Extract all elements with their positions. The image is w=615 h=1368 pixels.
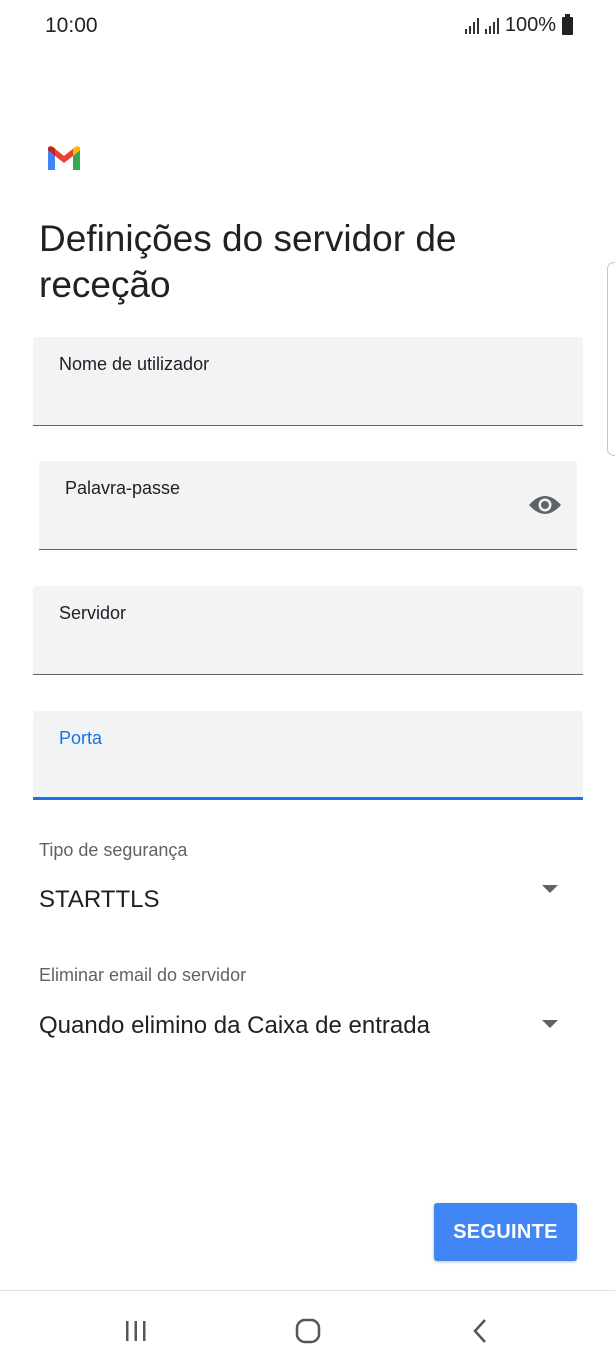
battery-icon <box>562 13 573 35</box>
delete-email-dropdown[interactable]: Quando elimino da Caixa de entrada <box>33 998 583 1050</box>
eye-icon[interactable] <box>527 493 563 517</box>
page-title: Definições do servidor de receção <box>39 218 457 305</box>
next-button[interactable]: SEGUINTE <box>434 1203 577 1261</box>
battery-percent: 100% <box>504 14 556 36</box>
server-label: Servidor <box>59 603 127 623</box>
status-time: 10:00 <box>45 14 98 37</box>
server-input[interactable] <box>59 641 503 664</box>
server-field[interactable]: Servidor <box>33 586 583 675</box>
navigation-bar <box>0 1290 615 1368</box>
status-icons: 100% <box>464 13 573 37</box>
password-input[interactable] <box>65 516 500 539</box>
back-icon[interactable] <box>460 1311 500 1351</box>
password-field[interactable]: Palavra-passe <box>39 461 577 550</box>
password-label: Palavra-passe <box>65 478 181 498</box>
security-type-label: Tipo de segurança <box>39 840 188 860</box>
delete-email-label: Eliminar email do servidor <box>39 965 247 985</box>
port-field[interactable]: Porta <box>33 711 583 800</box>
gmail-logo <box>48 146 80 170</box>
port-label: Porta <box>59 728 103 748</box>
home-icon[interactable] <box>288 1311 328 1351</box>
port-input[interactable] <box>59 764 503 787</box>
status-bar: 10:00 100% <box>0 0 615 56</box>
username-label: Nome de utilizador <box>59 354 210 374</box>
security-type-dropdown[interactable]: STARTTLS <box>33 872 583 924</box>
security-type-value: STARTTLS <box>39 886 160 913</box>
username-input[interactable] <box>59 392 503 415</box>
chevron-down-icon <box>542 1020 558 1028</box>
scroll-indicator <box>607 262 615 456</box>
signal-icon-2 <box>484 17 499 34</box>
recents-icon[interactable] <box>116 1311 156 1351</box>
delete-email-value: Quando elimino da Caixa de entrada <box>39 1012 430 1039</box>
signal-icon <box>464 17 479 34</box>
chevron-down-icon <box>542 885 558 893</box>
username-field[interactable]: Nome de utilizador <box>33 337 583 426</box>
